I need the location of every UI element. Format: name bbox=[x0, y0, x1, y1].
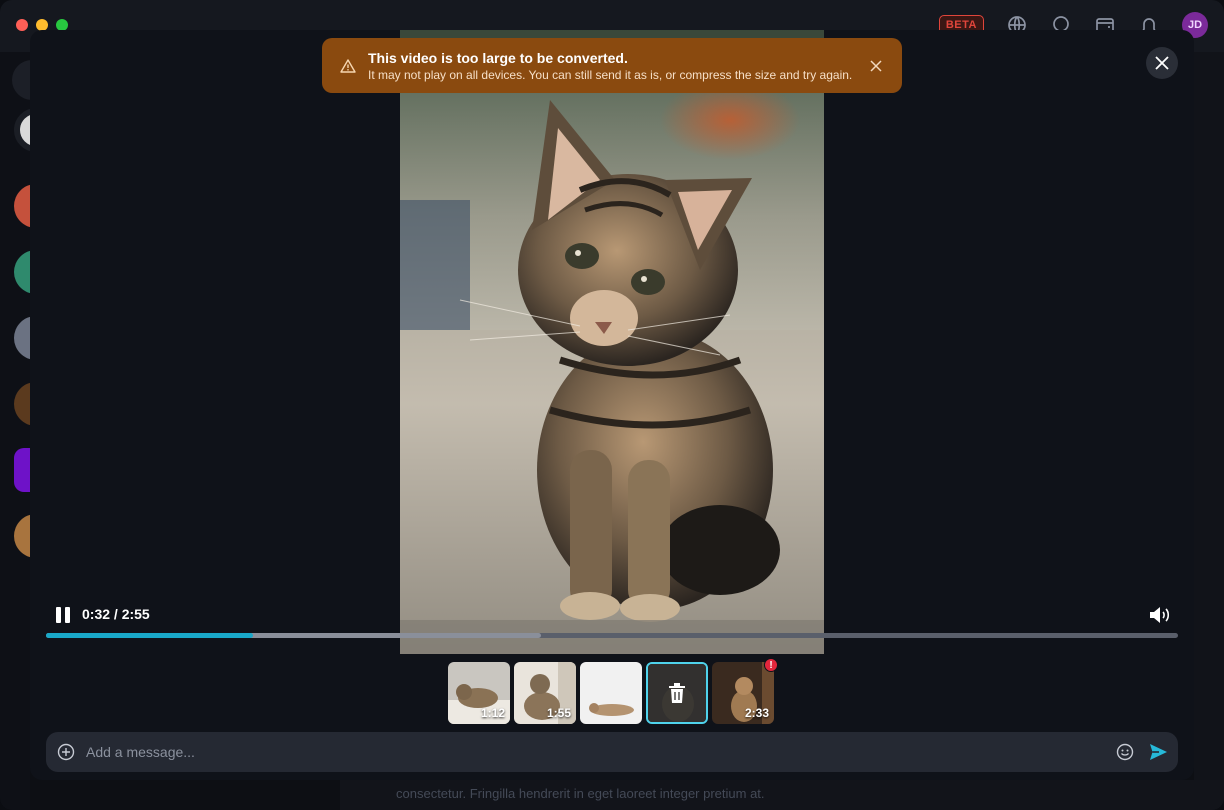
toast-title: This video is too large to be converted. bbox=[368, 49, 628, 66]
add-attachment-button[interactable] bbox=[57, 743, 75, 761]
thumbnail-duration: 1:55 bbox=[546, 706, 571, 720]
thumbnail-duration: 2:33 bbox=[744, 706, 769, 720]
send-icon bbox=[1150, 744, 1167, 760]
attachment-thumbnails: 1:12 1:55 2:33 bbox=[448, 662, 774, 724]
attachment-thumbnail-2[interactable]: 1:55 bbox=[514, 662, 576, 724]
attachment-thumbnail-5[interactable]: 2:33 bbox=[712, 662, 774, 724]
underlying-composer-text: consectetur. Fringilla hendrerit in eget… bbox=[396, 786, 765, 801]
close-window-button[interactable] bbox=[16, 19, 28, 31]
attachment-error-badge: ! bbox=[764, 658, 778, 672]
emoji-icon bbox=[1116, 743, 1134, 761]
trash-icon bbox=[669, 683, 685, 703]
media-preview-modal: This video is too large to be converted.… bbox=[30, 30, 1194, 780]
pause-icon bbox=[56, 607, 61, 623]
thumbnail-duration: 1:12 bbox=[480, 706, 505, 720]
volume-icon bbox=[1150, 607, 1170, 623]
seek-bar[interactable] bbox=[46, 633, 1178, 638]
pause-button[interactable] bbox=[56, 607, 70, 623]
warning-toast: This video is too large to be converted.… bbox=[322, 38, 902, 93]
attachment-thumbnail-4[interactable] bbox=[646, 662, 708, 724]
message-composer bbox=[46, 732, 1178, 772]
attachment-thumbnail-3[interactable] bbox=[580, 662, 642, 724]
conversation-sidebar bbox=[0, 52, 58, 810]
volume-button[interactable] bbox=[1148, 604, 1174, 626]
toast-content: This video is too large to be converted.… bbox=[368, 49, 864, 83]
video-player[interactable] bbox=[400, 30, 824, 654]
toast-message: It may not play on all devices. You can … bbox=[368, 67, 853, 82]
close-icon bbox=[870, 59, 882, 72]
delete-attachment-button[interactable] bbox=[665, 681, 689, 705]
played-progress bbox=[46, 633, 254, 638]
close-preview-button[interactable] bbox=[1146, 47, 1178, 79]
send-button[interactable] bbox=[1148, 742, 1168, 762]
app-window: BETA JD consectetur. Fringilla hendrerit… bbox=[0, 0, 1224, 810]
warning-icon bbox=[338, 56, 358, 76]
time-readout: 0:32 / 2:55 bbox=[82, 606, 150, 622]
plus-circle-icon bbox=[57, 743, 75, 761]
underlying-chat-panel bbox=[1194, 52, 1224, 810]
toast-close-button[interactable] bbox=[864, 54, 888, 78]
attachment-thumbnail-1[interactable]: 1:12 bbox=[448, 662, 510, 724]
kitten-video-frame bbox=[400, 30, 824, 654]
emoji-button[interactable] bbox=[1116, 743, 1134, 761]
player-controls: 0:32 / 2:55 bbox=[46, 602, 1176, 626]
underlying-composer: consectetur. Fringilla hendrerit in eget… bbox=[340, 780, 1224, 810]
close-icon bbox=[1155, 56, 1169, 70]
message-input[interactable] bbox=[86, 732, 1086, 772]
